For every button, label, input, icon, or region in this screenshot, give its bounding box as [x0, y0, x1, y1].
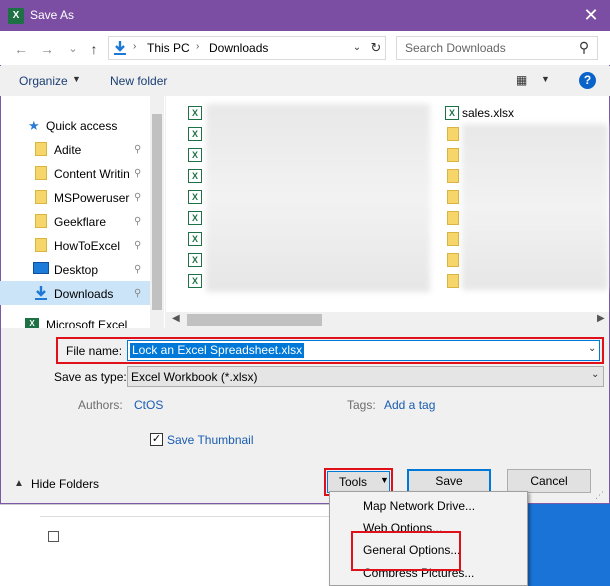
xlsx-file-icon[interactable]: X	[188, 232, 202, 246]
resize-grip-icon[interactable]: ⋰	[595, 490, 604, 501]
file-sales-xlsx[interactable]: sales.xlsx	[462, 106, 514, 120]
xlsx-file-icon[interactable]: X	[188, 148, 202, 162]
download-icon	[114, 41, 126, 55]
breadcrumb-separator: ›	[133, 41, 137, 52]
tags-label: Tags:	[347, 398, 376, 412]
help-icon[interactable]: ?	[579, 72, 596, 89]
sidebar-item-geekflare[interactable]: Geekflare	[54, 215, 106, 229]
tags-field[interactable]: Add a tag	[384, 398, 435, 412]
up-arrow-icon[interactable]: ↑	[85, 40, 103, 58]
menu-item-map-network-drive[interactable]: Map Network Drive...	[363, 499, 475, 513]
search-placeholder: Search Downloads	[405, 41, 506, 55]
pin-icon[interactable]: ⚲	[134, 240, 141, 251]
sidebar-scrollbar-thumb[interactable]	[152, 114, 162, 310]
xlsx-file-icon[interactable]: X	[188, 253, 202, 267]
xlsx-file-icon[interactable]: X	[188, 190, 202, 204]
folder-icon	[35, 142, 47, 156]
folder-icon	[35, 238, 47, 252]
folder-icon[interactable]	[447, 148, 459, 162]
pin-icon[interactable]: ⚲	[134, 168, 141, 179]
background-window-row	[40, 505, 330, 517]
folder-icon[interactable]	[447, 190, 459, 204]
pin-icon[interactable]: ⚲	[134, 216, 141, 227]
folder-icon	[35, 166, 47, 180]
blurred-file-names	[206, 104, 430, 292]
blurred-file-names	[462, 124, 608, 290]
xlsx-file-icon[interactable]: X	[445, 106, 459, 120]
authors-label: Authors:	[78, 398, 123, 412]
pin-icon[interactable]: ⚲	[134, 144, 141, 155]
scroll-right-icon[interactable]: ▶	[597, 313, 605, 324]
breadcrumb-this-pc[interactable]: This PC	[147, 41, 190, 55]
pin-icon[interactable]: ⚲	[134, 264, 141, 275]
cancel-button[interactable]: Cancel	[507, 469, 591, 493]
sidebar-item-mspoweruser[interactable]: MSPoweruser	[54, 191, 129, 205]
title-bar[interactable]	[0, 0, 610, 31]
folder-icon[interactable]	[447, 127, 459, 141]
breadcrumb-downloads[interactable]: Downloads	[209, 41, 268, 55]
organize-button[interactable]: Organize	[19, 74, 68, 88]
save-as-type-label: Save as type:	[54, 370, 127, 384]
authors-field[interactable]: CtOS	[134, 398, 163, 412]
file-list-scrollbar-thumb[interactable]	[187, 314, 322, 326]
folder-icon[interactable]	[447, 211, 459, 225]
pin-icon[interactable]: ⚲	[134, 192, 141, 203]
background-checkbox	[48, 531, 59, 542]
sidebar-item-adite[interactable]: Adite	[54, 143, 81, 157]
window-title: Save As	[30, 8, 75, 22]
xlsx-file-icon[interactable]: X	[188, 211, 202, 225]
view-options-icon[interactable]: ▦	[516, 73, 532, 87]
refresh-icon[interactable]: ↻	[368, 40, 384, 56]
recent-locations-icon[interactable]: ⌄	[64, 40, 82, 58]
annotation-highlight-box	[351, 531, 461, 571]
sidebar-item-desktop[interactable]: Desktop	[54, 263, 98, 277]
save-thumbnail-checkbox[interactable]: ✓	[150, 433, 163, 446]
save-thumbnail-label[interactable]: Save Thumbnail	[167, 433, 254, 447]
folder-icon	[35, 190, 47, 204]
xlsx-file-icon[interactable]: X	[188, 127, 202, 141]
forward-arrow-icon[interactable]: →	[38, 40, 56, 58]
scroll-left-icon[interactable]: ◀	[172, 313, 180, 324]
save-button[interactable]: Save	[407, 469, 491, 493]
excel-icon: X	[8, 8, 24, 24]
star-icon: ★	[28, 118, 40, 133]
new-folder-button[interactable]: New folder	[110, 74, 167, 88]
sidebar-item-microsoft-excel[interactable]: Microsoft Excel	[46, 318, 127, 328]
save-as-type-value: Excel Workbook (*.xlsx)	[131, 370, 258, 384]
sidebar-item-howtoexcel[interactable]: HowToExcel	[54, 239, 120, 253]
download-icon	[35, 286, 47, 300]
folder-icon[interactable]	[447, 169, 459, 183]
xlsx-file-icon[interactable]: X	[188, 106, 202, 120]
folder-icon[interactable]	[447, 274, 459, 288]
chevron-up-icon[interactable]: ▲	[14, 478, 24, 489]
back-arrow-icon[interactable]: ←	[12, 40, 30, 58]
xlsx-file-icon[interactable]: X	[188, 169, 202, 183]
chevron-down-icon[interactable]: ▼	[541, 74, 550, 84]
hide-folders-button[interactable]: Hide Folders	[31, 477, 99, 491]
desktop-wallpaper	[528, 504, 610, 586]
address-dropdown-icon[interactable]: ⌄	[350, 40, 364, 56]
folder-icon[interactable]	[447, 232, 459, 246]
chevron-down-icon[interactable]: ⌄	[591, 369, 599, 380]
breadcrumb-separator: ›	[196, 41, 200, 52]
close-button[interactable]: ✕	[574, 2, 608, 29]
xlsx-file-icon[interactable]: X	[188, 274, 202, 288]
chevron-down-icon[interactable]: ▼	[72, 74, 81, 84]
sidebar-item-content-writing[interactable]: Content Writin	[54, 167, 130, 181]
folder-icon	[35, 214, 47, 228]
folder-icon[interactable]	[447, 253, 459, 267]
annotation-highlight-box	[56, 337, 604, 364]
pin-icon[interactable]: ⚲	[134, 288, 141, 299]
search-icon[interactable]: ⚲	[576, 39, 592, 55]
sidebar-item-downloads[interactable]: Downloads	[54, 287, 113, 301]
sidebar-item-quick-access[interactable]: Quick access	[46, 119, 117, 133]
pane-divider	[1, 328, 165, 336]
desktop-icon	[33, 262, 49, 274]
